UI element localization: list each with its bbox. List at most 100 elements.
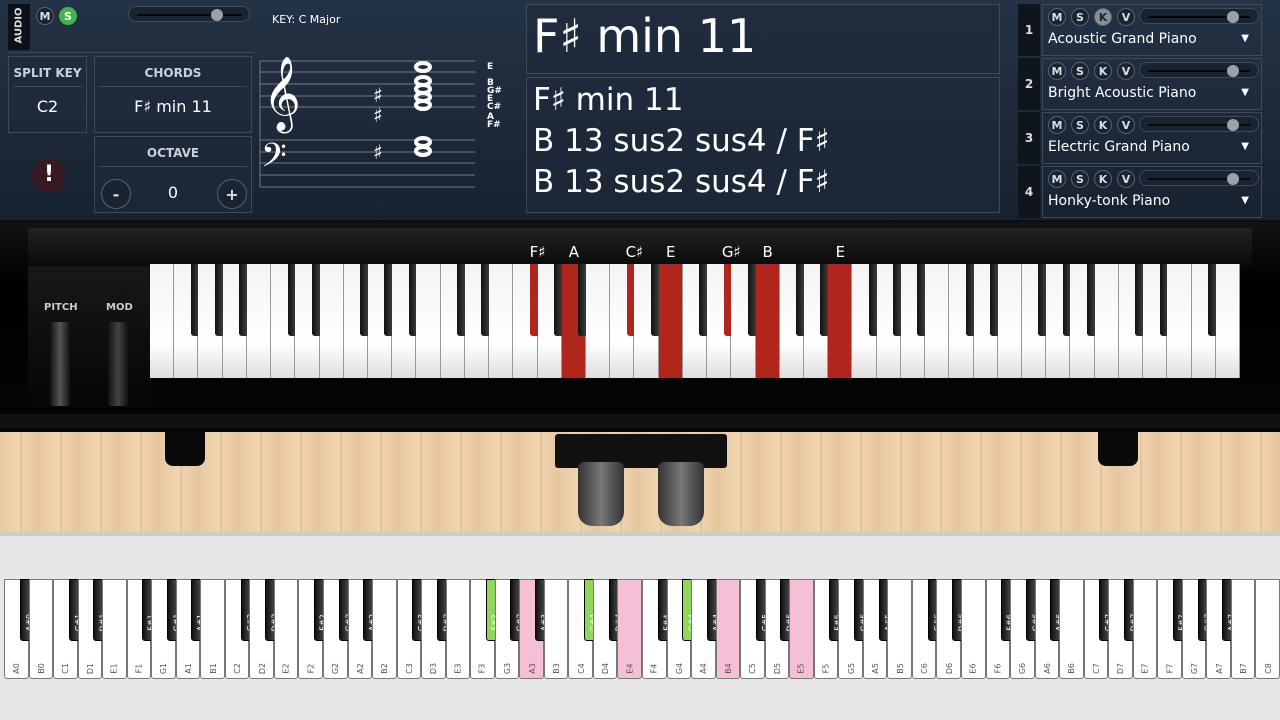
instrument-k-button[interactable]: K	[1094, 170, 1112, 188]
instrument-k-button[interactable]: K	[1094, 8, 1112, 26]
pitch-label: PITCH	[44, 302, 78, 313]
keyboard-white-key[interactable]: E4	[617, 579, 642, 679]
instrument-m-button[interactable]: M	[1048, 8, 1066, 26]
white-key[interactable]	[997, 264, 1022, 378]
right-pedal[interactable]	[658, 462, 704, 526]
white-key-label: F1	[134, 663, 144, 674]
keyboard-white-key[interactable]: B4	[715, 579, 741, 679]
octave-minus-button[interactable]: -	[101, 179, 131, 209]
white-key[interactable]	[925, 264, 950, 378]
exclamation-icon[interactable]: !	[32, 158, 66, 192]
split-key-box: SPLIT KEY C2	[8, 56, 87, 133]
dropdown-arrow-icon[interactable]: ▼	[1241, 33, 1249, 44]
instrument-v-button[interactable]: V	[1117, 116, 1135, 134]
instrument-select[interactable]: Electric Grand Piano	[1048, 139, 1190, 155]
instrument-s-button[interactable]: S	[1071, 62, 1089, 80]
white-key[interactable]	[1215, 264, 1240, 378]
white-key-label: D3	[429, 662, 439, 675]
keyboard-white-key[interactable]: C8	[1255, 579, 1280, 679]
white-key[interactable]	[489, 264, 514, 378]
instrument-row: 3 M S K V Electric Grand Piano ▼	[1016, 112, 1262, 164]
keyboard-white-key[interactable]: B2	[372, 579, 397, 679]
instrument-s-button[interactable]: S	[1071, 8, 1089, 26]
instrument-k-button[interactable]: K	[1094, 62, 1112, 80]
audio-tab[interactable]: AUDIO	[8, 4, 30, 50]
instrument-k-button[interactable]: K	[1094, 116, 1112, 134]
keyboard-white-key[interactable]: B0	[28, 579, 54, 679]
white-key-label: F2	[306, 663, 316, 674]
chord-alternative[interactable]: B 13 sus2 sus4 / F♯	[533, 121, 830, 162]
instrument-s-button[interactable]: S	[1071, 170, 1089, 188]
audio-volume-slider[interactable]	[128, 6, 250, 22]
white-key-label: C8	[1263, 663, 1273, 674]
instrument-m-button[interactable]: M	[1048, 170, 1066, 188]
instrument-volume-slider[interactable]	[1139, 116, 1259, 132]
white-key[interactable]	[586, 264, 611, 378]
split-key-value[interactable]: C2	[9, 97, 86, 116]
pressed-note-label: A	[568, 243, 580, 261]
white-key-label: E3	[453, 663, 463, 674]
instrument-m-button[interactable]: M	[1048, 116, 1066, 134]
slider-knob[interactable]	[1227, 65, 1240, 77]
mod-wheel[interactable]	[108, 322, 128, 406]
keyboard-white-key[interactable]: B6	[1059, 579, 1084, 679]
keyboard-white-key[interactable]: B3	[543, 579, 569, 679]
white-key[interactable]	[755, 264, 780, 378]
white-key-label: E7	[1140, 663, 1150, 674]
keyboard-white-key[interactable]: B1	[200, 579, 225, 679]
keyboard-white-key[interactable]: B5	[887, 579, 912, 679]
white-key-label: B0	[36, 663, 46, 674]
instrument-number: 1	[1018, 4, 1040, 56]
white-key-label: D6	[944, 662, 954, 675]
keyboard-white-key[interactable]: E3	[445, 579, 471, 679]
instrument-volume-slider[interactable]	[1139, 170, 1259, 186]
dropdown-arrow-icon[interactable]: ▼	[1241, 87, 1249, 98]
instrument-select[interactable]: Bright Acoustic Piano	[1048, 85, 1196, 101]
chord-alternative[interactable]: F♯ min 11	[533, 80, 830, 121]
white-key[interactable]	[1094, 264, 1119, 378]
keyboard-white-key[interactable]: E5	[789, 579, 814, 679]
instrument-v-button[interactable]: V	[1117, 62, 1135, 80]
white-key-label: A4	[699, 663, 709, 674]
instrument-v-button[interactable]: V	[1117, 8, 1135, 26]
dropdown-arrow-icon[interactable]: ▼	[1241, 195, 1249, 206]
instrument-v-button[interactable]: V	[1117, 170, 1135, 188]
octave-plus-button[interactable]: +	[217, 179, 247, 209]
white-key[interactable]	[319, 264, 344, 378]
keyboard-white-key[interactable]: E7	[1132, 579, 1158, 679]
pressed-note-label: B	[762, 243, 773, 261]
instrument-volume-slider[interactable]	[1139, 62, 1259, 78]
keyboard-white-key[interactable]: B7	[1230, 579, 1256, 679]
keyboard-white-key[interactable]: E1	[102, 579, 127, 679]
white-key[interactable]	[246, 264, 272, 378]
control-panel: AUDIO M S SPLIT KEY C2 ! CHORDS F♯ min 1…	[0, 0, 1280, 222]
white-key-label: A6	[1042, 663, 1052, 674]
white-key-label: D4	[601, 662, 611, 675]
instrument-select[interactable]: Acoustic Grand Piano	[1048, 31, 1197, 47]
white-key[interactable]	[416, 264, 441, 378]
slider-knob[interactable]	[211, 9, 223, 21]
slider-knob[interactable]	[1227, 119, 1240, 131]
instrument-s-button[interactable]: S	[1071, 116, 1089, 134]
white-key-label: B2	[380, 663, 390, 674]
white-key[interactable]	[150, 264, 175, 378]
keyboard-white-key[interactable]: E2	[273, 579, 299, 679]
audio-mute-button[interactable]: M	[36, 7, 54, 25]
instrument-m-button[interactable]: M	[1048, 62, 1066, 80]
instrument-select[interactable]: Honky-tonk Piano	[1048, 193, 1170, 209]
white-key-label: A5	[870, 663, 880, 674]
chord-alternative[interactable]: B 13 sus2 sus4 / F♯	[533, 162, 830, 203]
white-key[interactable]	[658, 264, 683, 378]
slider-knob[interactable]	[1227, 11, 1240, 23]
instrument-row: 4 M S K V Honky-tonk Piano ▼	[1016, 166, 1262, 218]
slider-knob[interactable]	[1227, 173, 1240, 185]
audio-solo-button[interactable]: S	[59, 7, 77, 25]
left-pedal[interactable]	[578, 462, 624, 526]
white-key[interactable]	[828, 264, 853, 378]
dropdown-arrow-icon[interactable]: ▼	[1241, 141, 1249, 152]
instrument-volume-slider[interactable]	[1139, 8, 1259, 24]
white-key[interactable]	[1167, 264, 1192, 378]
white-key-label: B6	[1067, 663, 1077, 674]
pitch-wheel[interactable]	[50, 322, 70, 406]
keyboard-white-key[interactable]: E6	[961, 579, 986, 679]
